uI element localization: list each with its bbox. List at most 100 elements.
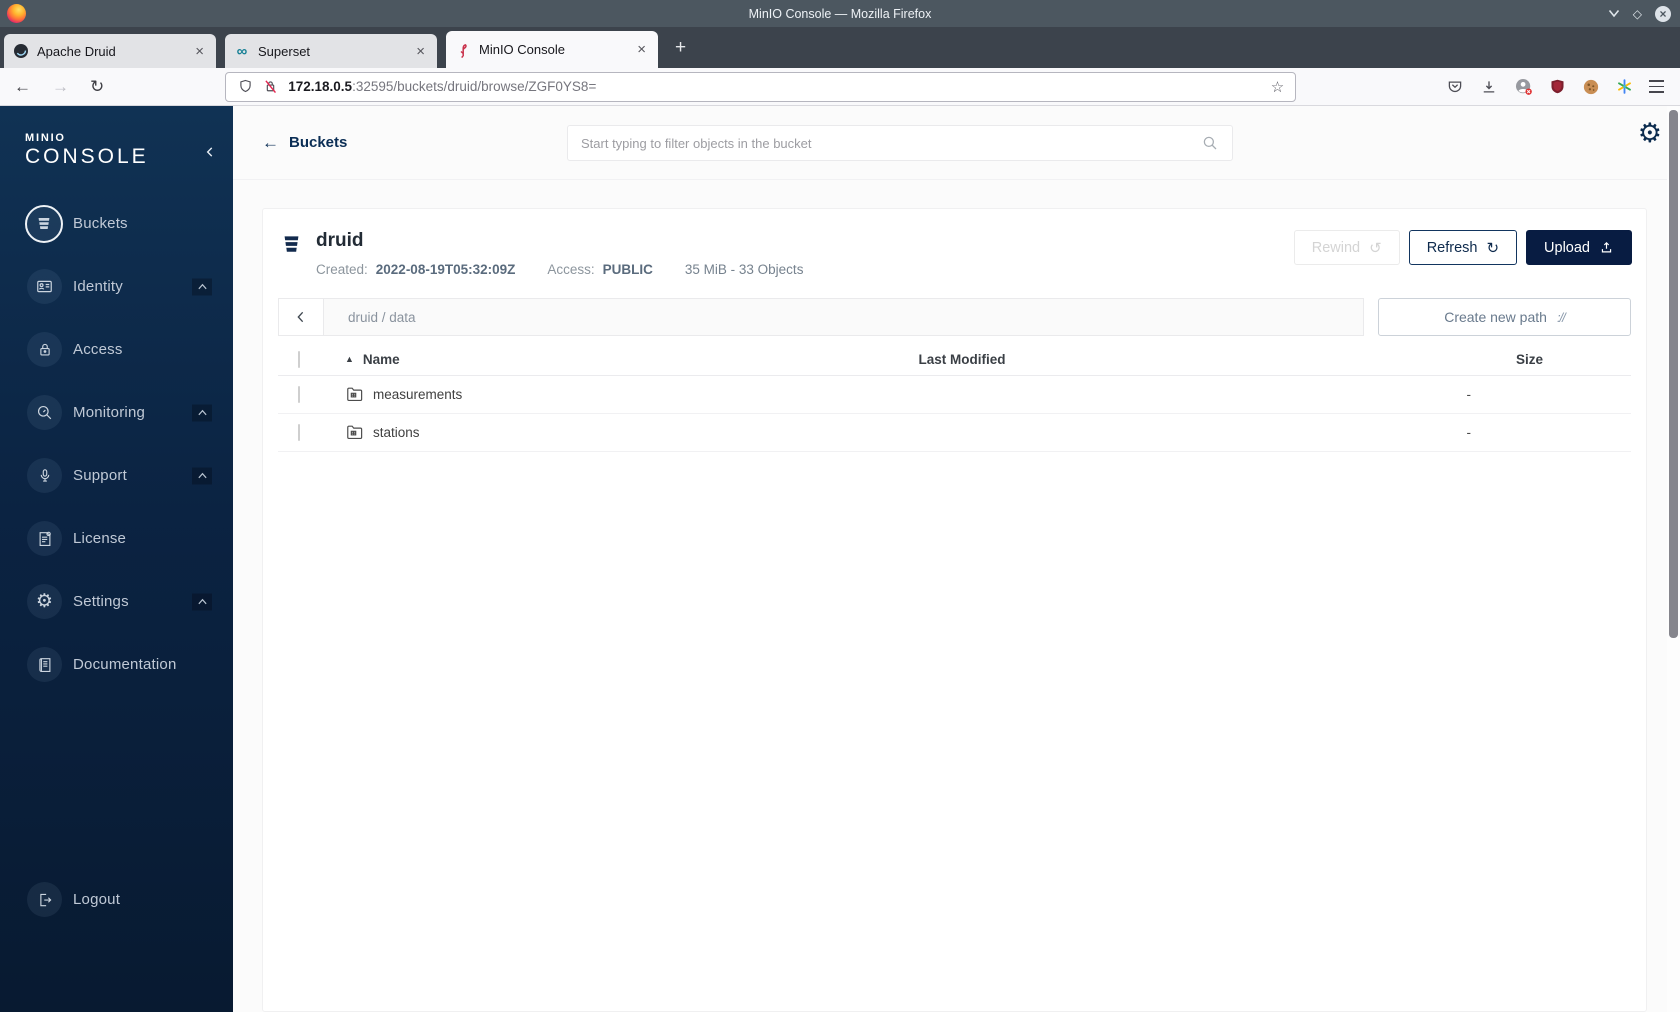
sidebar-item-label: Buckets [73,215,128,232]
minio-console-app: MINIO CONSOLE Buckets Identity Access Mo… [0,106,1680,1012]
column-header-last-modified[interactable]: Last Modified [722,352,1202,367]
menu-hamburger-icon[interactable] [1649,80,1664,93]
forward-icon[interactable]: → [52,77,69,97]
sidebar-item-identity[interactable]: Identity [0,255,233,318]
chevron-up-icon[interactable] [192,404,212,421]
back-arrow-icon: ← [262,132,279,152]
row-checkbox[interactable] [298,424,300,441]
tab-apache-druid[interactable]: Apache Druid × [4,34,216,68]
path-back-chevron-icon[interactable] [279,299,324,335]
tab-superset[interactable]: ∞ Superset × [225,34,437,68]
sidebar-item-logout[interactable]: Logout [0,868,233,931]
column-header-name[interactable]: ▲ Name [322,352,722,367]
tab-close-icon[interactable]: × [634,41,649,58]
objects-table: ▲ Name Last Modified Size measurements -… [278,343,1631,452]
rewind-icon: ↺ [1369,239,1382,257]
back-to-buckets-link[interactable]: ← Buckets [262,133,347,153]
search-icon [1201,134,1219,152]
sidebar-item-monitoring[interactable]: Monitoring [0,381,233,444]
window-titlebar: MinIO Console — Mozilla Firefox ◇ × [0,0,1680,27]
sidebar-item-buckets[interactable]: Buckets [0,192,233,255]
upload-label: Upload [1544,239,1590,256]
tab-bar: Apache Druid × ∞ Superset × MinIO Consol… [0,27,1680,68]
sidebar-item-label: Documentation [73,656,177,673]
new-tab-button[interactable]: + [675,37,686,59]
browse-section: druid / data Create new path :// ▲ Name … [278,298,1631,452]
minio-logo: MINIO CONSOLE [0,106,233,169]
chevron-up-icon[interactable] [192,467,212,484]
rewind-label: Rewind [1311,239,1361,256]
path-bar: druid / data [278,298,1364,336]
firefox-logo-icon [7,4,26,23]
tab-close-icon[interactable]: × [192,43,207,60]
toolbar-right-icons [1446,77,1666,96]
tab-label: Superset [258,43,311,59]
sidebar-item-documentation[interactable]: Documentation [0,633,233,696]
close-icon[interactable]: × [1655,5,1671,22]
path-slashes-icon: :// [1556,309,1566,325]
column-header-size[interactable]: Size [1202,352,1631,367]
url-text: 172.18.0.5:32595/buckets/druid/browse/ZG… [288,79,596,94]
back-icon[interactable]: ← [14,77,31,97]
upload-button[interactable]: Upload [1526,230,1632,265]
scrollbar-thumb[interactable] [1669,110,1678,638]
sidebar: MINIO CONSOLE Buckets Identity Access Mo… [0,106,233,1012]
cookie-extension-icon[interactable] [1582,78,1600,96]
chevron-up-icon[interactable] [192,278,212,295]
sidebar-item-label: Support [73,467,127,484]
sidebar-item-access[interactable]: Access [0,318,233,381]
id-card-icon [27,269,62,304]
object-size: - [1466,425,1472,440]
insecure-lock-icon[interactable] [262,78,279,95]
object-name-cell[interactable]: stations [322,423,722,442]
object-size: - [1466,387,1472,402]
breadcrumb[interactable]: druid / data [324,310,416,325]
select-all-checkbox[interactable] [298,350,300,368]
object-name-cell[interactable]: measurements [322,385,722,404]
minimize-icon[interactable] [1608,9,1620,18]
url-host: 172.18.0.5 [288,79,353,94]
content-area: druid Created: 2022-08-19T05:32:09Z Acce… [233,180,1680,1012]
sidebar-item-label: License [73,530,127,547]
sidebar-item-label: Logout [73,891,121,908]
sidebar-item-license[interactable]: License [0,507,233,570]
console-settings-gear-icon[interactable]: ⚙ [1638,120,1662,147]
maximize-icon[interactable]: ◇ [1633,8,1642,20]
sidebar-item-settings[interactable]: ⚙ Settings [0,570,233,633]
refresh-button[interactable]: Refresh ↻ [1408,230,1518,265]
object-name: measurements [373,387,463,402]
created-value: 2022-08-19T05:32:09Z [375,262,516,277]
ublock-shield-icon[interactable] [1549,78,1566,95]
tab-minio-console[interactable]: MinIO Console × [446,31,658,68]
search-input[interactable] [581,135,1201,151]
sidebar-menu: Buckets Identity Access Monitoring Suppo… [0,192,233,696]
tab-label: Apache Druid [37,43,116,59]
tab-close-icon[interactable]: × [413,43,428,60]
bucket-name: druid [316,230,364,251]
row-checkbox[interactable] [298,386,300,403]
pocket-icon[interactable] [1446,78,1464,96]
bucket-card: druid Created: 2022-08-19T05:32:09Z Acce… [262,208,1647,1012]
table-row[interactable]: stations - [278,414,1631,452]
sidebar-item-support[interactable]: Support [0,444,233,507]
account-extension-icon[interactable] [1514,77,1533,96]
sidebar-item-label: Monitoring [73,404,146,421]
create-new-path-button[interactable]: Create new path :// [1378,298,1631,336]
sidebar-collapse-icon[interactable] [203,144,217,160]
tracking-shield-icon[interactable] [237,78,254,95]
rewind-button[interactable]: Rewind ↺ [1293,230,1400,265]
minio-favicon [455,42,471,58]
sort-asc-icon: ▲ [345,354,354,364]
url-path: :32595/buckets/druid/browse/ZGF0YS8= [352,79,597,94]
back-label: Buckets [289,134,348,151]
gear-icon: ⚙ [27,584,62,619]
reload-icon[interactable]: ↻ [90,77,104,97]
url-bar[interactable]: 172.18.0.5:32595/buckets/druid/browse/ZG… [225,71,1297,102]
bookmark-star-icon[interactable]: ☆ [1271,78,1284,96]
asterisk-extension-icon[interactable] [1616,78,1633,95]
chevron-up-icon[interactable] [192,593,212,610]
tab-label: MinIO Console [479,42,565,57]
downloads-icon[interactable] [1480,78,1498,96]
table-row[interactable]: measurements - [278,376,1631,414]
page-scrollbar [1667,106,1680,1012]
